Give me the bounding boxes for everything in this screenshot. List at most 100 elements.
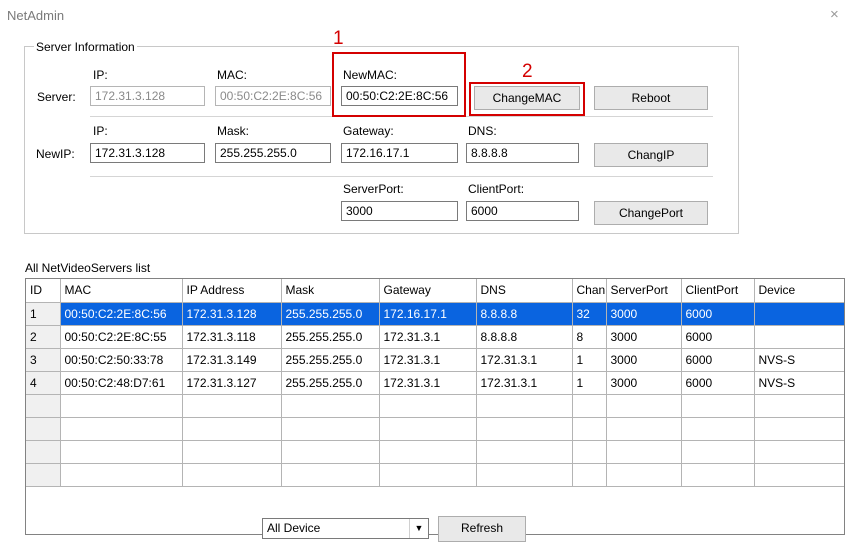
table-cell: 172.31.3.127 (182, 371, 282, 395)
table-cell: 255.255.255.0 (281, 371, 380, 395)
reboot-button[interactable]: Reboot (594, 86, 708, 110)
annotation-number-1: 1 (333, 28, 344, 49)
separator (90, 176, 713, 177)
table-cell: 6000 (681, 302, 755, 326)
table-cell: 172.31.3.118 (182, 325, 282, 349)
table-cell: 8.8.8.8 (476, 302, 573, 326)
device-filter-value: All Device (267, 521, 321, 535)
table-cell (26, 394, 61, 418)
server-mac-label: MAC: (217, 68, 247, 82)
change-port-button[interactable]: ChangePort (594, 201, 708, 225)
column-header[interactable]: Device (754, 279, 844, 303)
column-header[interactable]: IP Address (182, 279, 282, 303)
table-body: 1 00:50:C2:2E:8C:56 172.31.3.128 255.255.25… (26, 302, 844, 487)
table-cell: 3 (26, 348, 61, 372)
client-port-label: ClientPort: (468, 182, 525, 196)
refresh-button[interactable]: Refresh (438, 516, 526, 542)
table-cell: 1 (572, 371, 607, 395)
table-row[interactable]: 3 00:50:C2:50:33:78 172.31.3.149 255.255.25… (26, 348, 844, 372)
table-cell: 00:50:C2:2E:8C:56 (60, 302, 183, 326)
table-cell (379, 394, 477, 418)
dns-field[interactable]: 8.8.8.8 (466, 143, 579, 163)
table-cell: 00:50:C2:2E:8C:55 (60, 325, 183, 349)
table-cell (182, 463, 282, 487)
table-cell (681, 394, 755, 418)
table-cell (606, 463, 682, 487)
table-cell: 255.255.255.0 (281, 325, 380, 349)
table-cell (572, 417, 607, 441)
table-cell: 3000 (606, 302, 682, 326)
gateway-label: Gateway: (343, 124, 394, 138)
table-row[interactable]: 1 00:50:C2:2E:8C:56 172.31.3.128 255.255.25… (26, 302, 844, 326)
table-cell (182, 394, 282, 418)
table-cell (754, 417, 844, 441)
table-cell (60, 463, 183, 487)
table-cell (379, 417, 477, 441)
table-cell (60, 394, 183, 418)
newip-ip-label: IP: (93, 124, 108, 138)
server-information-legend: Server Information (34, 40, 137, 54)
table-cell (476, 463, 573, 487)
column-header[interactable]: ClientPort (681, 279, 755, 303)
table-cell: 172.31.3.128 (182, 302, 282, 326)
table-cell (754, 325, 844, 349)
table-cell (572, 394, 607, 418)
table-cell (476, 417, 573, 441)
table-cell (182, 417, 282, 441)
table-cell (681, 417, 755, 441)
column-header[interactable]: Gateway (379, 279, 477, 303)
gateway-field[interactable]: 172.16.17.1 (341, 143, 458, 163)
table-cell (60, 440, 183, 464)
table-cell: 00:50:C2:50:33:78 (60, 348, 183, 372)
chevron-down-icon[interactable]: ▼ (409, 519, 428, 538)
device-filter-select[interactable]: All Device ▼ (262, 518, 429, 539)
table-cell (379, 463, 477, 487)
close-icon[interactable]: × (830, 6, 839, 23)
table-cell (379, 440, 477, 464)
server-ip-field[interactable]: 172.31.3.128 (90, 86, 205, 106)
table-cell (606, 394, 682, 418)
table-cell: 172.31.3.1 (379, 348, 477, 372)
column-header[interactable]: Mask (281, 279, 380, 303)
column-header[interactable]: ServerPort (606, 279, 682, 303)
column-header[interactable]: DNS (476, 279, 573, 303)
table-cell (182, 440, 282, 464)
column-header[interactable]: ID (26, 279, 61, 303)
table-cell: 3000 (606, 348, 682, 372)
table-cell: 1 (26, 302, 61, 326)
server-mac-field[interactable]: 00:50:C2:2E:8C:56 (215, 86, 331, 106)
newip-row-label: NewIP: (36, 147, 75, 161)
empty-table-row (26, 394, 844, 418)
table-cell: 6000 (681, 348, 755, 372)
table-cell: 172.31.3.1 (379, 325, 477, 349)
table-cell (281, 463, 380, 487)
column-header[interactable]: Chan (572, 279, 607, 303)
table-cell: NVS-S (754, 371, 844, 395)
table-cell (26, 417, 61, 441)
cropped-top-text (0, 0, 853, 4)
client-port-field[interactable]: 6000 (466, 201, 579, 221)
column-header[interactable]: MAC (60, 279, 183, 303)
empty-table-row (26, 440, 844, 464)
server-ip-label: IP: (93, 68, 108, 82)
table-header-row: ID MAC IP Address Mask Gateway DNS Chan ServerP… (26, 279, 844, 303)
table-cell: 00:50:C2:48:D7:61 (60, 371, 183, 395)
mask-label: Mask: (217, 124, 250, 138)
table-cell (26, 463, 61, 487)
mask-field[interactable]: 255.255.255.0 (215, 143, 331, 163)
server-port-field[interactable]: 3000 (341, 201, 458, 221)
table-cell: 172.31.3.1 (476, 371, 573, 395)
table-cell: NVS-S (754, 348, 844, 372)
annotation-box-2 (469, 82, 585, 116)
table-cell (754, 463, 844, 487)
servers-list-label: All NetVideoServers list (25, 261, 151, 275)
table-cell: 3000 (606, 325, 682, 349)
table-row[interactable]: 2 00:50:C2:2E:8C:55 172.31.3.118 255.255.25… (26, 325, 844, 349)
table-row[interactable]: 4 00:50:C2:48:D7:61 172.31.3.127 255.255.25… (26, 371, 844, 395)
table-cell: 172.31.3.149 (182, 348, 282, 372)
chang-ip-button[interactable]: ChangIP (594, 143, 708, 167)
table-cell (681, 463, 755, 487)
newip-ip-field[interactable]: 172.31.3.128 (90, 143, 205, 163)
table-cell (681, 440, 755, 464)
table-cell: 172.16.17.1 (379, 302, 477, 326)
